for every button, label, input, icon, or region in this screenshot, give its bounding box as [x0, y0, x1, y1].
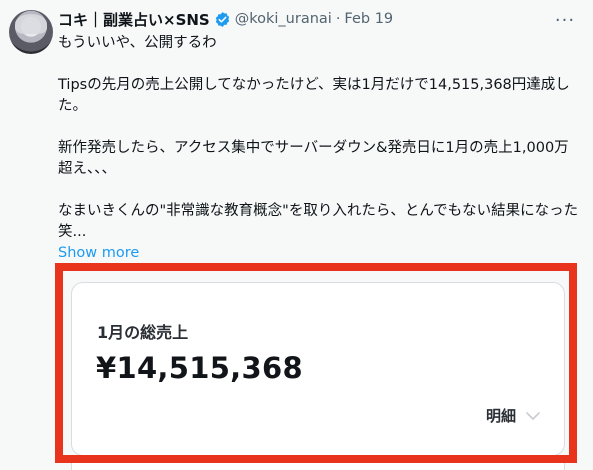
more-options-button[interactable]: ···	[553, 9, 577, 31]
tweet-line: なまいきくんの"非常識な教育概念"を取り入れたら、とんでもない結果になった笑..…	[58, 203, 579, 240]
highlight-annotation-box	[55, 263, 577, 463]
tweet-line: もういいや、公開するわ	[58, 35, 217, 51]
ellipsis-icon: ···	[554, 9, 576, 31]
avatar[interactable]	[9, 10, 53, 54]
tweet: コキ｜副業占い×SNS @koki_uranai · Feb 19 ··· もう…	[0, 0, 593, 470]
display-name[interactable]: コキ｜副業占い×SNS	[58, 9, 210, 30]
separator-dot: ·	[335, 11, 341, 27]
tweet-date[interactable]: Feb 19	[344, 11, 393, 27]
author-handle[interactable]: @koki_uranai	[235, 11, 332, 27]
verified-badge-icon	[215, 11, 229, 27]
show-more-link[interactable]: Show more	[58, 243, 139, 264]
tweet-line: 新作発売したら、アクセス集中でサーバーダウン&発売日に1月の売上1,000万超え…	[58, 140, 569, 177]
tweet-header: コキ｜副業占い×SNS @koki_uranai · Feb 19	[58, 8, 393, 30]
tweet-line: Tipsの先月の売上公開してなかったけど、実は1月だけで14,515,368円達…	[58, 77, 570, 114]
next-card-edge	[71, 463, 565, 470]
tweet-text: もういいや、公開するわ Tipsの先月の売上公開してなかったけど、実は1月だけで…	[58, 33, 583, 264]
avatar-hair-decoration	[15, 14, 47, 34]
